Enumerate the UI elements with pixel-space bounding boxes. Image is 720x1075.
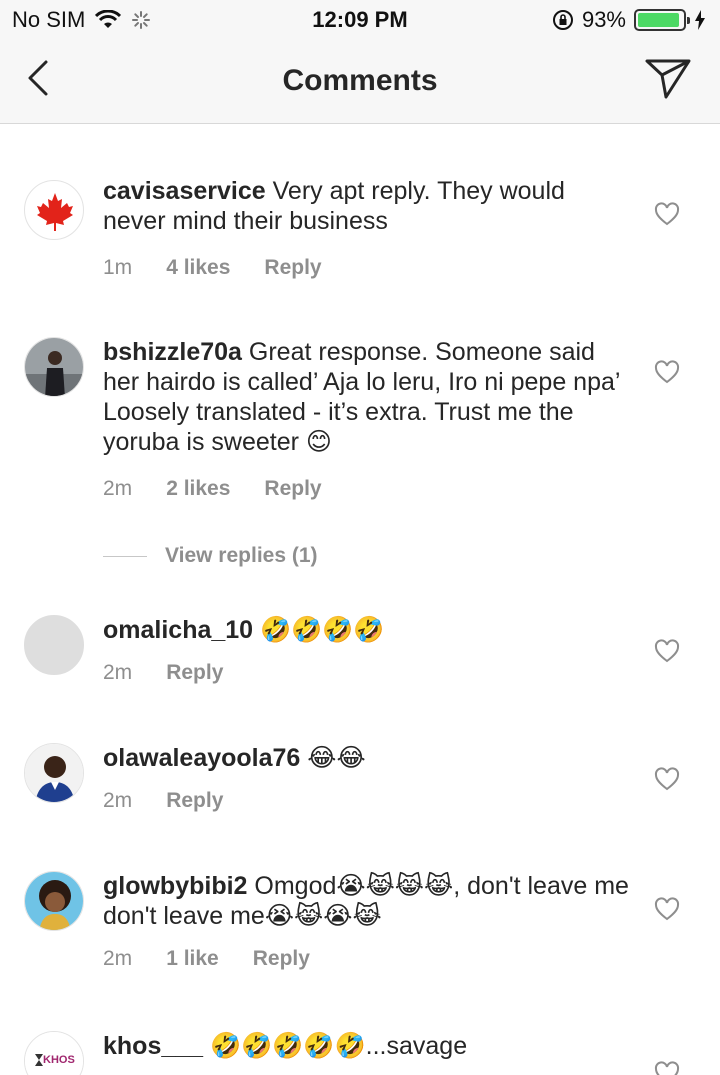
comment-text: olawaleayoola76 😂😂 bbox=[103, 743, 633, 773]
comment-username[interactable]: cavisaservice bbox=[103, 177, 266, 205]
reply-button[interactable]: Reply bbox=[253, 947, 310, 971]
battery-icon bbox=[634, 9, 690, 31]
paper-plane-icon[interactable] bbox=[644, 57, 692, 101]
charging-bolt-icon bbox=[695, 10, 705, 30]
comment-likes[interactable]: 2 likes bbox=[166, 477, 230, 501]
avatar[interactable]: KHOS bbox=[24, 1031, 84, 1075]
heart-icon[interactable] bbox=[654, 360, 680, 384]
comment-meta: 1m 4 likes Reply bbox=[103, 256, 322, 280]
heart-icon[interactable] bbox=[654, 639, 680, 663]
comment-meta: 2m Reply bbox=[103, 661, 223, 685]
reply-button[interactable]: Reply bbox=[166, 789, 223, 813]
profile-photo bbox=[25, 744, 83, 802]
navigation-bar: Comments bbox=[0, 40, 720, 124]
comment-message: 🤣🤣🤣🤣🤣...savage bbox=[210, 1032, 468, 1060]
comment-message: 🤣🤣🤣🤣 bbox=[260, 616, 385, 644]
comment-username[interactable]: glowbybibi2 bbox=[103, 872, 247, 900]
comment-text: glowbybibi2 Omgod😭😹😹😹, don't leave me do… bbox=[103, 871, 633, 931]
heart-icon[interactable] bbox=[654, 767, 680, 791]
comment-time: 2m bbox=[103, 477, 133, 500]
comment-username[interactable]: khos___ bbox=[103, 1032, 203, 1060]
profile-illustration bbox=[25, 872, 83, 930]
comment-time: 2m bbox=[103, 789, 133, 812]
comment-username[interactable]: omalicha_10 bbox=[103, 616, 253, 644]
comment-text: cavisaservice Very apt reply. They would… bbox=[103, 176, 633, 236]
heart-icon[interactable] bbox=[654, 1061, 680, 1075]
comment-time: 2m bbox=[103, 661, 133, 684]
brand-logo-text: KHOS bbox=[43, 1054, 75, 1066]
comment-message: 😂😂 bbox=[307, 744, 366, 772]
comment-time: 1m bbox=[103, 256, 133, 279]
comment-likes[interactable]: 4 likes bbox=[166, 256, 230, 280]
reply-button[interactable]: Reply bbox=[264, 256, 321, 280]
comment-text: bshizzle70a Great response. Someone said… bbox=[103, 337, 633, 457]
avatar[interactable] bbox=[24, 180, 84, 240]
battery-percent: 93% bbox=[581, 7, 626, 32]
page-title: Comments bbox=[282, 64, 438, 97]
avatar[interactable] bbox=[24, 337, 84, 397]
heart-icon[interactable] bbox=[654, 897, 680, 921]
view-replies-label: View replies (1) bbox=[165, 544, 318, 567]
comment-meta: 2m 2 likes Reply bbox=[103, 477, 322, 501]
heart-icon[interactable] bbox=[654, 202, 680, 226]
comment-likes[interactable]: 1 like bbox=[166, 947, 219, 971]
comment-meta: 2m 1 like Reply bbox=[103, 947, 310, 971]
avatar[interactable] bbox=[24, 615, 84, 675]
comment-text: omalicha_10 🤣🤣🤣🤣 bbox=[103, 615, 633, 645]
profile-photo bbox=[25, 338, 83, 396]
comment-username[interactable]: olawaleayoola76 bbox=[103, 744, 300, 772]
orientation-lock-icon bbox=[552, 10, 573, 30]
comment-meta: 2m Reply bbox=[103, 789, 223, 813]
battery-level bbox=[638, 13, 679, 27]
view-replies-button[interactable]: View replies (1) bbox=[103, 544, 318, 568]
comment-time: 2m bbox=[103, 947, 133, 970]
divider bbox=[103, 555, 147, 557]
status-bar: No SIM 12:09 PM 93% bbox=[0, 0, 720, 40]
comment-username[interactable]: bshizzle70a bbox=[103, 338, 242, 366]
avatar[interactable] bbox=[24, 871, 84, 931]
status-right: 93% bbox=[552, 7, 706, 33]
reply-button[interactable]: Reply bbox=[264, 477, 321, 501]
comment-text: khos___ 🤣🤣🤣🤣🤣...savage bbox=[103, 1031, 633, 1061]
maple-leaf-icon bbox=[37, 193, 73, 231]
reply-button[interactable]: Reply bbox=[166, 661, 223, 685]
avatar[interactable] bbox=[24, 743, 84, 803]
